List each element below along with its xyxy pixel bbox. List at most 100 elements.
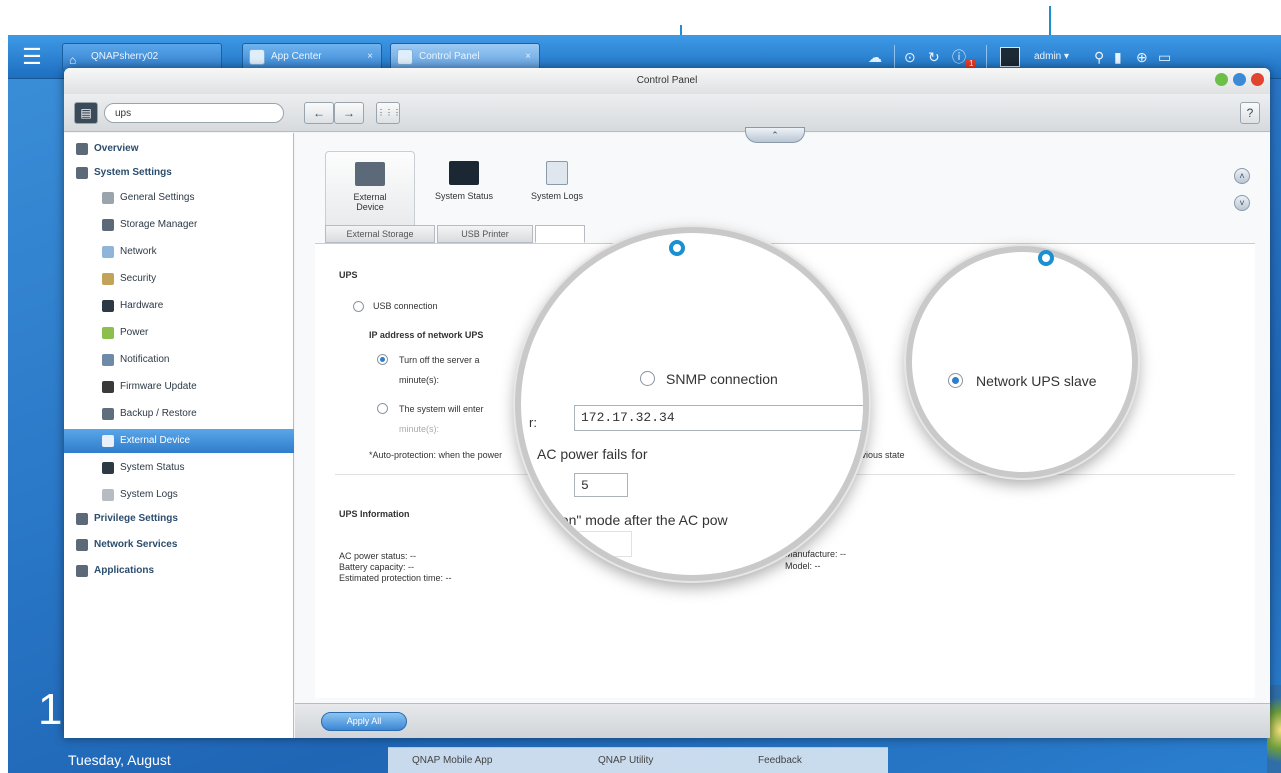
sidebar-item-power[interactable]: Power <box>64 321 294 345</box>
taskbar-home-tab[interactable]: ⌂ QNAPsherry02 <box>62 43 222 71</box>
search-input[interactable] <box>104 103 284 123</box>
sidebar-item-system-status[interactable]: System Status <box>64 456 294 480</box>
scroll-down-icon[interactable]: ˅ <box>1234 195 1250 211</box>
control-panel-icon <box>397 49 413 65</box>
app-grid-button[interactable]: ⋮⋮⋮ <box>376 102 401 124</box>
usb-connection-radio[interactable] <box>353 301 364 312</box>
tab-ups[interactable]: UPS <box>535 225 585 243</box>
main-menu-icon[interactable]: ☰ <box>14 43 50 71</box>
user-avatar[interactable] <box>1000 47 1020 67</box>
search-icon[interactable]: ⚲ <box>1094 45 1104 69</box>
minutes-label-2: minute(s): <box>399 424 440 434</box>
apply-all-button[interactable]: Apply All <box>321 712 407 731</box>
auto-protection-note: *Auto-protection: when the power <box>369 450 503 460</box>
estimated-protection-time: Estimated protection time: -- <box>339 573 452 583</box>
globe-icon[interactable]: ⊕ <box>1136 45 1148 69</box>
desktop-dock: QNAP Mobile App QNAP Utility Feedback <box>388 747 888 773</box>
media-icon[interactable]: ⊙ <box>904 45 916 69</box>
sidebar-item-general-settings[interactable]: General Settings <box>64 186 294 210</box>
notification-icon <box>102 354 114 366</box>
refresh-icon[interactable]: ↻ <box>928 45 940 69</box>
model: Model: -- <box>785 561 821 571</box>
sidebar-item-label: Power <box>120 327 149 338</box>
sidebar-item-system-settings[interactable]: System Settings <box>64 161 294 185</box>
home-icon: ⌂ <box>69 53 77 67</box>
dock-item-mobile-app[interactable]: QNAP Mobile App <box>412 755 492 766</box>
icon-label: External <box>353 192 387 202</box>
sidebar-item-notification[interactable]: Notification <box>64 348 294 372</box>
sidebar-item-storage-manager[interactable]: Storage Manager <box>64 213 294 237</box>
magnifier-left: SNMP connection r: 172.17.32.34 AC power… <box>521 233 863 575</box>
dock-item-utility[interactable]: QNAP Utility <box>598 755 653 766</box>
sidebar-item-system-logs[interactable]: System Logs <box>64 483 294 507</box>
sidebar-item-backup-restore[interactable]: Backup / Restore <box>64 402 294 426</box>
turn-off-server-label: Turn off the server a <box>399 355 480 365</box>
help-button[interactable]: ? <box>1240 102 1260 124</box>
forward-button[interactable]: → <box>334 102 364 124</box>
taskbar-tab-app-center[interactable]: App Center × <box>242 43 382 71</box>
collapse-handle[interactable]: ⌃ <box>745 127 805 143</box>
dashboard-icon[interactable]: ▮ <box>1114 45 1122 69</box>
minimize-icon[interactable] <box>1215 73 1228 86</box>
user-name: admin <box>1034 51 1062 62</box>
ups-info-title: UPS Information <box>339 509 410 519</box>
sidebar-item-external-device[interactable]: External Device <box>64 429 294 453</box>
sidebar-toggle-icon[interactable]: ▤ <box>74 102 98 124</box>
network-icon <box>102 246 114 258</box>
divider <box>986 45 987 69</box>
sidebar-item-label: External Device <box>120 435 191 446</box>
close-icon[interactable] <box>1251 73 1264 86</box>
sidebar-item-hardware[interactable]: Hardware <box>64 294 294 318</box>
snmp-connection-label: SNMP connection <box>666 371 778 387</box>
auto-protection-radio[interactable] <box>377 403 388 414</box>
taskbar-tab-control-panel[interactable]: Control Panel × <box>390 43 540 71</box>
window-titlebar[interactable]: Control Panel <box>64 68 1270 94</box>
turn-off-server-radio[interactable] <box>377 354 388 365</box>
sidebar-item-applications[interactable]: Applications <box>64 559 294 583</box>
user-icon <box>76 513 88 525</box>
info-notification-icon[interactable]: ⓘ 1 <box>952 45 977 69</box>
minutes-label: minute(s): <box>399 375 440 385</box>
snmp-connection-radio[interactable] <box>640 371 655 386</box>
faded-input <box>574 531 632 557</box>
window-footer: Apply All <box>295 703 1270 738</box>
ac-power-fails-label: AC power fails for <box>537 446 648 462</box>
sidebar-item-label: Firmware Update <box>120 381 197 392</box>
close-icon[interactable]: × <box>525 44 531 70</box>
lock-icon <box>102 273 114 285</box>
tab-usb-printer[interactable]: USB Printer <box>437 225 533 243</box>
back-button[interactable]: ← <box>304 102 334 124</box>
sidebar-item-firmware-update[interactable]: Firmware Update <box>64 375 294 399</box>
sidebar-item-label: Notification <box>120 354 170 365</box>
hardware-icon <box>102 300 114 312</box>
app-center-icon <box>249 49 265 65</box>
maximize-icon[interactable] <box>1233 73 1246 86</box>
tab-external-storage[interactable]: External Storage <box>325 225 435 243</box>
battery-capacity: Battery capacity: -- <box>339 562 415 572</box>
screen-icon[interactable]: ▭ <box>1158 45 1171 69</box>
sidebar-item-label: Applications <box>94 565 155 576</box>
cloud-icon[interactable]: ☁ <box>868 45 882 69</box>
sidebar-item-network-services[interactable]: Network Services <box>64 533 294 557</box>
sidebar-item-network[interactable]: Network <box>64 240 294 264</box>
ip-address-input[interactable]: 172.17.32.34 <box>574 405 863 431</box>
network-ups-slave-radio[interactable] <box>948 373 963 388</box>
overview-icon <box>76 143 88 155</box>
usb-connection-label: USB connection <box>373 301 438 311</box>
screenshot-stage: ☰ ⌂ QNAPsherry02 App Center × Control Pa… <box>0 0 1281 773</box>
user-menu[interactable]: admin ▾ <box>1034 45 1069 69</box>
network-ups-slave-label: Network UPS slave <box>976 373 1097 389</box>
close-icon[interactable]: × <box>367 44 373 70</box>
mode-text: ection" mode after the AC pow <box>539 512 728 528</box>
window-title: Control Panel <box>636 75 698 86</box>
ac-power-status: AC power status: -- <box>339 551 417 561</box>
sidebar-item-privilege-settings[interactable]: Privilege Settings <box>64 507 294 531</box>
firmware-icon <box>102 381 114 393</box>
minutes-input[interactable]: 5 <box>574 473 628 497</box>
dock-item-feedback[interactable]: Feedback <box>758 755 802 766</box>
sidebar-item-security[interactable]: Security <box>64 267 294 291</box>
sidebar-item-overview[interactable]: Overview <box>64 137 294 161</box>
scroll-up-icon[interactable]: ˄ <box>1234 168 1250 184</box>
sidebar-item-label: Hardware <box>120 300 164 311</box>
sidebar-item-label: Network Services <box>94 539 178 550</box>
